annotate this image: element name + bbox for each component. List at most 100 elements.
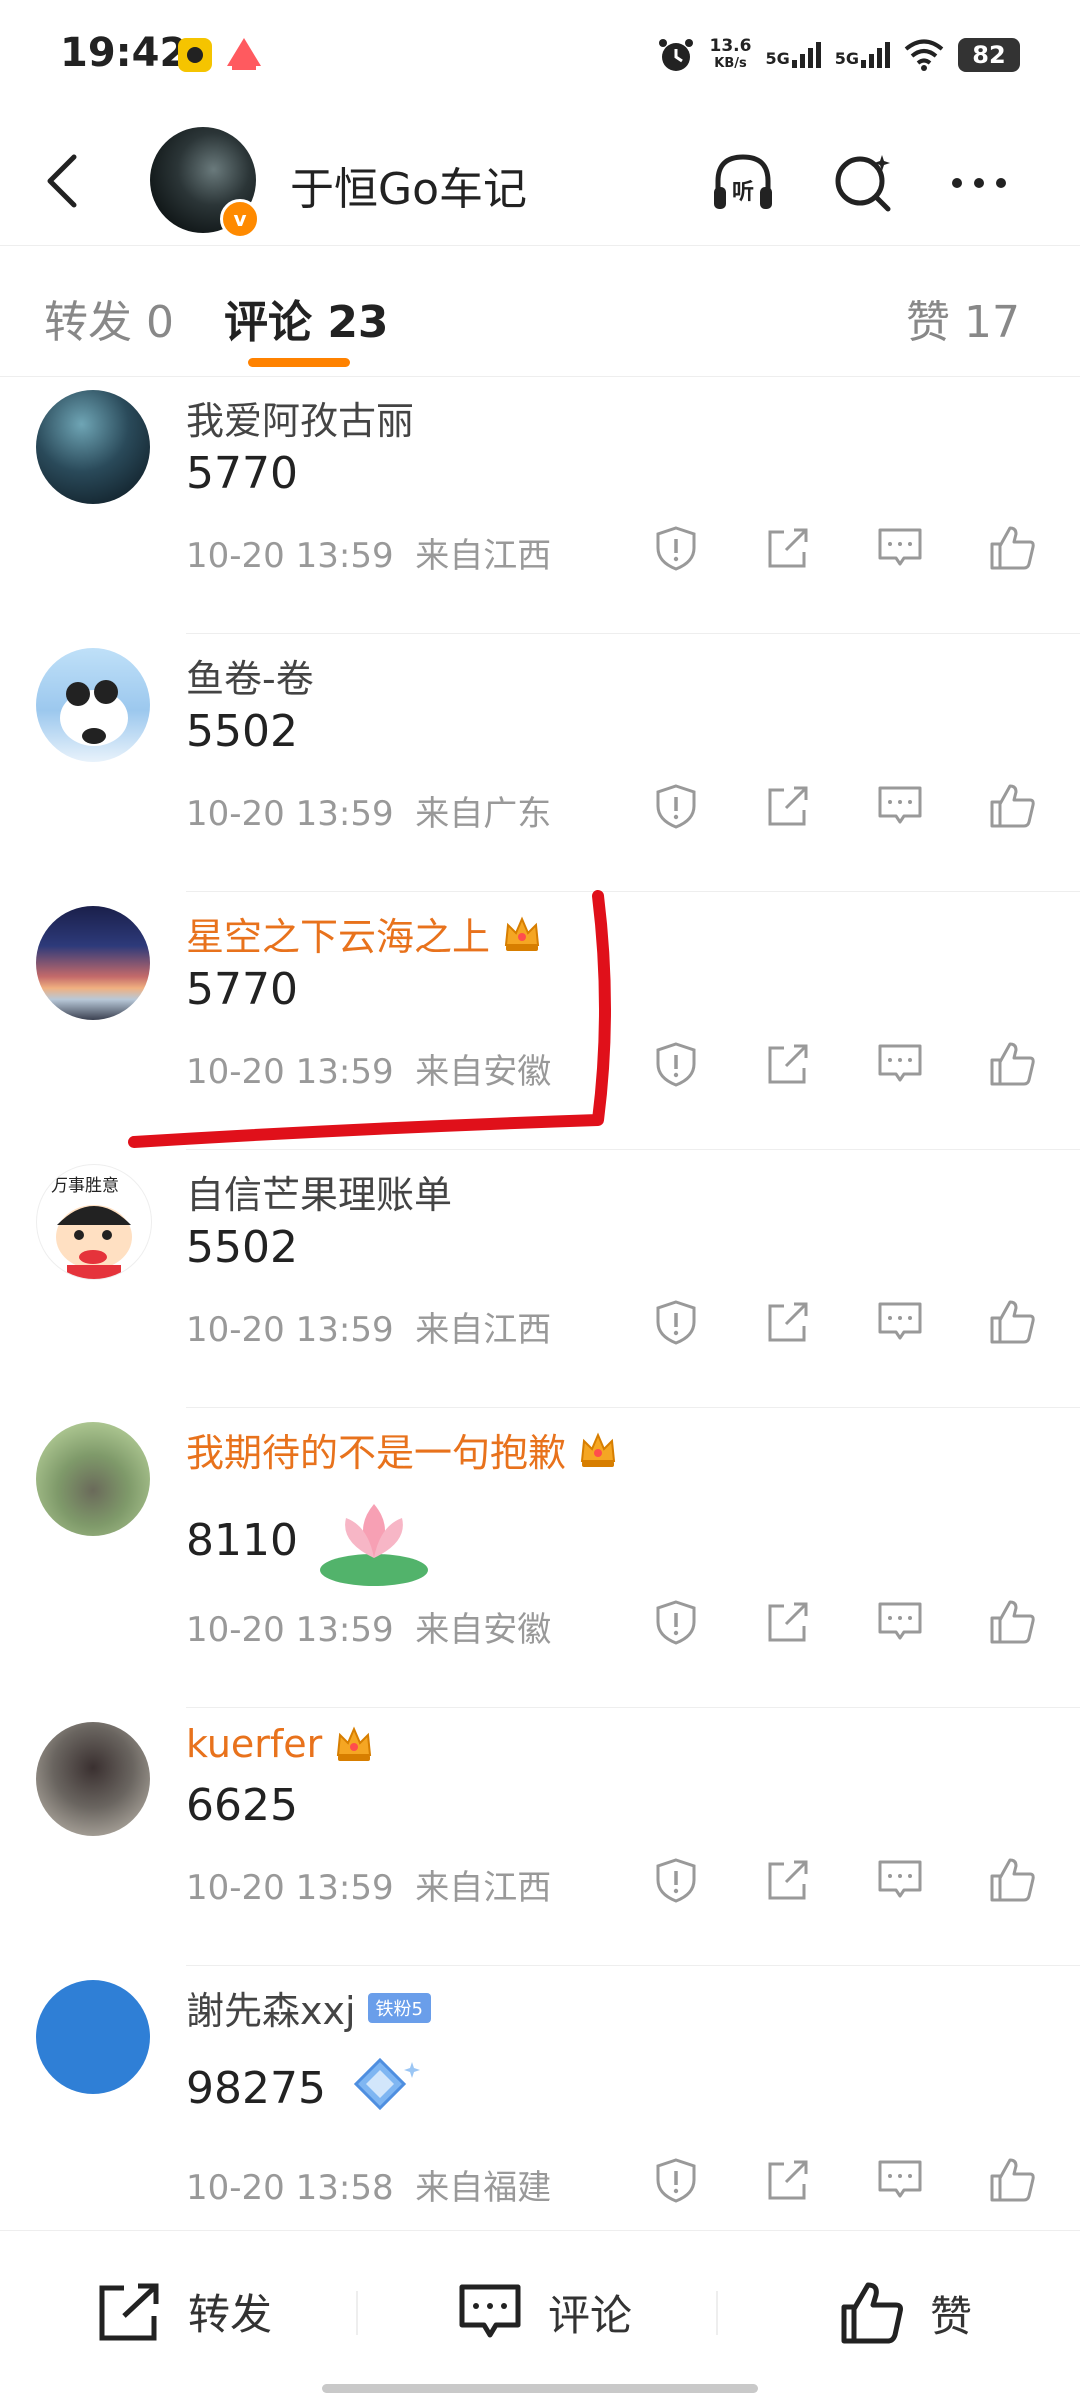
active-tab-indicator [248,358,350,367]
comment-username[interactable]: kuerfer [186,1722,374,1766]
like-icon[interactable] [986,2154,1038,2206]
comment-label: 评论 [548,2290,633,2340]
back-arrow-icon[interactable] [38,151,88,211]
svg-text:听: 听 [732,180,754,205]
comment-username[interactable]: 鱼卷-卷 [186,648,314,703]
like-button[interactable]: 赞 [838,2281,972,2345]
report-icon[interactable] [650,1296,702,1348]
like-icon[interactable] [986,522,1038,574]
comment-button[interactable]: 评论 [456,2281,632,2343]
comment-item: 謝先森xxj 铁粉5 98275 10-20 13:58 来自福建 [0,1966,1080,2266]
comment-actions [650,1596,1080,1656]
comment-username[interactable]: 星空之下云海之上 [186,906,542,961]
share-icon[interactable] [762,522,814,574]
report-icon[interactable] [650,780,702,832]
comment-username[interactable]: 我期待的不是一句抱歉 [186,1422,618,1477]
reply-icon[interactable] [874,1038,926,1090]
comment-text: 98275 [186,2048,430,2128]
tab-likes[interactable]: 赞 17 [906,286,1020,350]
signal-icon: 5G [765,42,821,68]
report-icon[interactable] [650,1038,702,1090]
comment-item: 万事胜意 自信芒果理账单 5502 10-20 13:59 来自江西 [0,1150,1080,1408]
avatar[interactable] [36,1722,150,1836]
wifi-icon [904,39,944,71]
comment-meta: 10-20 13:58 来自福建 [186,2168,552,2208]
tab-bar: 转发 0 评论 23 赞 17 [0,245,1080,377]
alarm-icon [658,39,693,71]
comment-actions [650,522,1080,582]
comment-meta: 10-20 13:59 来自江西 [186,1310,552,1350]
repost-label: 转发 [188,2290,273,2339]
comment-list: 我爱阿孜古丽 5770 10-20 13:59 来自江西 鱼卷-卷 5502 1… [0,376,1080,2266]
status-bar: 19:42 13.6 KB/s 5G 5G 82 [0,0,1080,110]
comment-item: 我期待的不是一句抱歉 8110 10-20 13:59 来自安徽 [0,1408,1080,1708]
comment-text: 6625 [186,1780,298,1831]
vip-crown-icon [580,1431,616,1467]
comment-meta: 10-20 13:59 来自江西 [186,1868,552,1908]
search-icon[interactable] [828,147,898,217]
app-notification-icon [178,38,212,72]
repost-button[interactable]: 转发 [96,2281,272,2342]
comment-actions [650,780,1080,840]
share-icon[interactable] [762,1854,814,1906]
comment-actions [650,1038,1080,1098]
reply-icon[interactable] [874,522,926,574]
comment-username[interactable]: 我爱阿孜古丽 [186,390,414,445]
comment-meta: 10-20 13:59 来自江西 [186,536,552,576]
comment-actions [650,1296,1080,1356]
report-icon[interactable] [650,2154,702,2206]
share-icon[interactable] [762,1596,814,1648]
avatar[interactable] [36,906,150,1020]
reply-icon[interactable] [874,2154,926,2206]
vip-crown-icon [504,915,540,951]
like-icon[interactable] [986,1038,1038,1090]
repost-icon [99,2283,159,2340]
report-icon[interactable] [650,1596,702,1648]
like-icon[interactable] [986,1596,1038,1648]
share-icon[interactable] [762,1038,814,1090]
reply-icon[interactable] [874,1296,926,1348]
avatar[interactable] [36,1422,150,1536]
divider [356,2291,358,2335]
tab-comments[interactable]: 评论 23 [224,286,389,350]
report-icon[interactable] [650,1854,702,1906]
share-icon[interactable] [762,2154,814,2206]
comment-username[interactable]: 自信芒果理账单 [186,1164,452,1219]
share-icon[interactable] [762,1296,814,1348]
divider [716,2291,718,2335]
comment-actions [650,2154,1080,2214]
comment-meta: 10-20 13:59 来自安徽 [186,1610,552,1650]
share-icon[interactable] [762,780,814,832]
comment-item: 星空之下云海之上 5770 10-20 13:59 来自安徽 [0,892,1080,1150]
reply-icon[interactable] [874,1596,926,1648]
author-name[interactable]: 于恒Go车记 [290,153,527,217]
comment-item: 我爱阿孜古丽 5770 10-20 13:59 来自江西 [0,376,1080,634]
signal-icon-2: 5G [835,42,890,68]
avatar[interactable]: 万事胜意 [36,1164,152,1280]
comment-meta: 10-20 13:59 来自广东 [186,794,552,834]
fan-badge: 铁粉5 [367,1992,431,2023]
reply-icon[interactable] [874,780,926,832]
like-icon[interactable] [986,780,1038,832]
comment-text: 5770 [186,448,298,499]
comment-username[interactable]: 謝先森xxj 铁粉5 [186,1980,431,2035]
vip-crown-icon [337,1726,372,1761]
avatar[interactable] [36,1980,150,2094]
bottom-action-bar: 转发 评论 赞 [0,2230,1080,2401]
like-icon[interactable] [986,1296,1038,1348]
more-icon[interactable] [944,147,1014,217]
headphones-listen-icon[interactable]: 听 [708,147,778,217]
comment-icon [459,2284,521,2338]
lotus-sticker-icon [319,1504,428,1586]
avatar[interactable] [36,390,150,504]
thumbs-up-icon [841,2282,903,2344]
report-icon[interactable] [650,522,702,574]
like-icon[interactable] [986,1854,1038,1906]
avatar-caption: 万事胜意 [51,1176,119,1196]
comment-text: 5770 [186,964,298,1015]
tab-repost[interactable]: 转发 0 [44,286,174,350]
home-indicator[interactable] [322,2384,758,2393]
avatar[interactable] [36,648,150,762]
comment-actions [650,1854,1080,1914]
reply-icon[interactable] [874,1854,926,1906]
